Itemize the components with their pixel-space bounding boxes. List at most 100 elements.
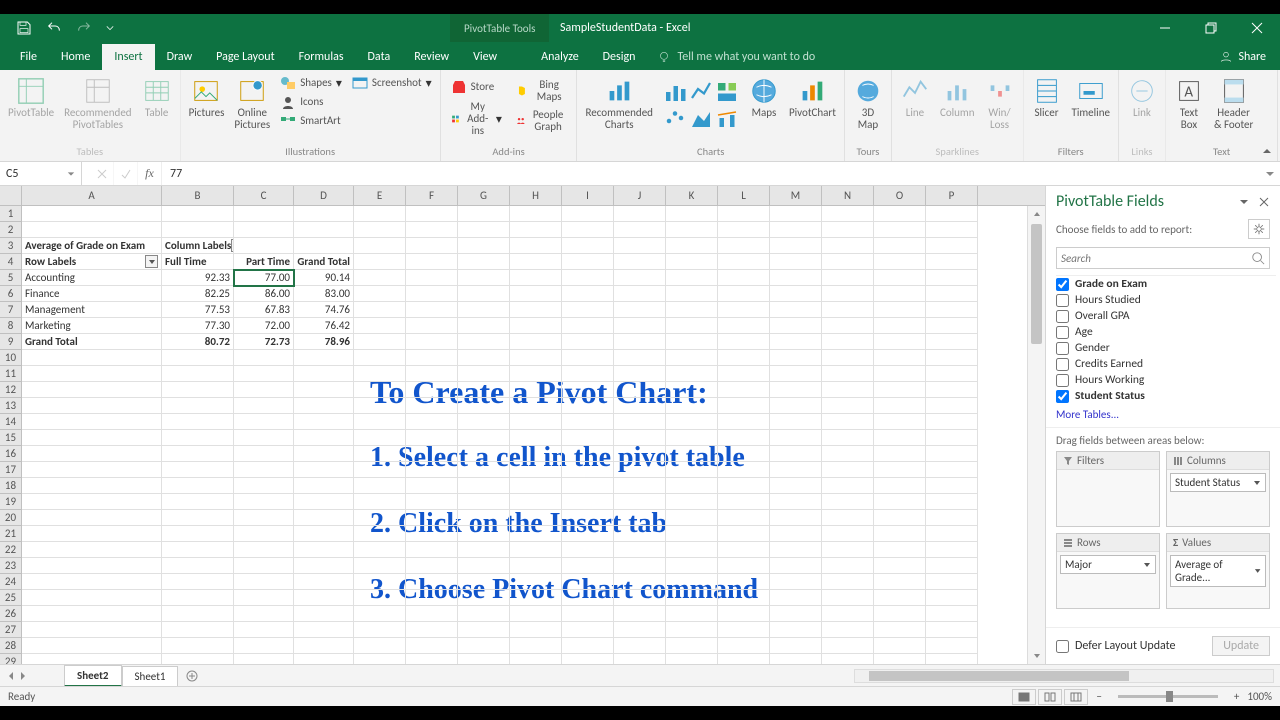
cell[interactable] <box>354 510 406 526</box>
cell[interactable] <box>162 638 234 654</box>
cell[interactable] <box>926 574 978 590</box>
cell[interactable] <box>22 382 162 398</box>
tab-design[interactable]: Design <box>591 44 648 70</box>
col-header-K[interactable]: K <box>666 186 718 205</box>
cell[interactable] <box>614 542 666 558</box>
cell[interactable] <box>770 654 822 664</box>
cell[interactable] <box>770 574 822 590</box>
qat-dropdown-icon[interactable] <box>106 20 114 36</box>
cell[interactable] <box>234 446 294 462</box>
cell[interactable]: 86.00 <box>234 286 294 302</box>
cell[interactable] <box>770 638 822 654</box>
cell[interactable] <box>666 366 718 382</box>
cell[interactable]: 90.14 <box>294 270 354 286</box>
cell[interactable] <box>22 510 162 526</box>
cell[interactable] <box>22 462 162 478</box>
textbox-button[interactable]: AText Box <box>1170 74 1208 133</box>
row-header-1[interactable]: 1 <box>0 206 21 222</box>
cell[interactable] <box>406 638 458 654</box>
cancel-formula-button[interactable] <box>90 162 114 185</box>
col-header-L[interactable]: L <box>718 186 770 205</box>
cell[interactable] <box>822 542 874 558</box>
tab-file[interactable]: File <box>8 44 49 70</box>
cell[interactable] <box>22 494 162 510</box>
cell[interactable] <box>354 446 406 462</box>
cell[interactable] <box>458 398 510 414</box>
cell[interactable] <box>614 622 666 638</box>
3d-map-button[interactable]: 3D Map <box>849 74 887 133</box>
cell[interactable]: Grand Total <box>22 334 162 350</box>
cell[interactable] <box>874 558 926 574</box>
cell[interactable] <box>822 398 874 414</box>
row-header-26[interactable]: 26 <box>0 606 21 622</box>
cell[interactable] <box>822 366 874 382</box>
cell[interactable] <box>874 350 926 366</box>
field-checkbox[interactable] <box>1056 390 1069 403</box>
cell[interactable] <box>614 654 666 664</box>
more-tables-link[interactable]: More Tables... <box>1046 406 1280 427</box>
row-header-23[interactable]: 23 <box>0 558 21 574</box>
cell[interactable] <box>822 350 874 366</box>
cell[interactable] <box>22 590 162 606</box>
cell[interactable] <box>822 638 874 654</box>
pane-close-icon[interactable] <box>1258 196 1270 208</box>
cell[interactable] <box>822 510 874 526</box>
cell[interactable] <box>458 414 510 430</box>
expand-formula-bar-icon[interactable] <box>1260 169 1280 179</box>
bing-maps-button[interactable]: Bing Maps <box>512 78 571 104</box>
cell[interactable] <box>926 510 978 526</box>
cell[interactable] <box>354 542 406 558</box>
field-age[interactable]: Age <box>1056 324 1276 340</box>
cell[interactable] <box>614 478 666 494</box>
col-header-M[interactable]: M <box>770 186 822 205</box>
col-header-B[interactable]: B <box>162 186 234 205</box>
tell-me-input[interactable]: Tell me what you want to do <box>647 44 825 70</box>
cell[interactable] <box>562 622 614 638</box>
cell[interactable] <box>458 638 510 654</box>
cell[interactable] <box>294 366 354 382</box>
cell[interactable] <box>874 206 926 222</box>
cell[interactable] <box>562 494 614 510</box>
cell[interactable] <box>234 654 294 664</box>
cell[interactable] <box>718 398 770 414</box>
cell[interactable] <box>234 526 294 542</box>
cell[interactable] <box>562 638 614 654</box>
cell[interactable] <box>162 222 234 238</box>
cell[interactable] <box>406 558 458 574</box>
cell[interactable] <box>406 446 458 462</box>
cell[interactable] <box>666 606 718 622</box>
pane-dropdown-icon[interactable] <box>1238 196 1250 208</box>
cell[interactable] <box>22 574 162 590</box>
cell[interactable] <box>874 414 926 430</box>
cell[interactable] <box>666 574 718 590</box>
cell[interactable] <box>294 446 354 462</box>
save-icon[interactable] <box>16 20 32 36</box>
cell[interactable] <box>718 654 770 664</box>
cell[interactable]: Management <box>22 302 162 318</box>
cell[interactable] <box>562 366 614 382</box>
sparkline-winloss-button[interactable]: Win/ Loss <box>981 74 1019 133</box>
page-layout-view-button[interactable] <box>1038 689 1062 705</box>
scroll-down-icon[interactable] <box>1028 648 1045 664</box>
tab-insert[interactable]: Insert <box>102 44 154 70</box>
horizontal-scrollbar[interactable] <box>854 669 1274 683</box>
col-header-I[interactable]: I <box>562 186 614 205</box>
cell[interactable] <box>510 478 562 494</box>
cell[interactable] <box>666 622 718 638</box>
cell[interactable] <box>510 542 562 558</box>
cell[interactable] <box>822 430 874 446</box>
cell[interactable] <box>562 558 614 574</box>
cell[interactable] <box>234 222 294 238</box>
name-box[interactable]: C5 <box>0 162 82 185</box>
cell[interactable] <box>458 526 510 542</box>
sheet-prev-icon[interactable] <box>6 671 16 681</box>
cell[interactable] <box>874 398 926 414</box>
my-addins-button[interactable]: My Add-ins ▾ <box>447 100 506 138</box>
cell[interactable] <box>510 462 562 478</box>
cell[interactable] <box>294 606 354 622</box>
cell[interactable] <box>510 574 562 590</box>
cell[interactable] <box>354 222 406 238</box>
cell[interactable]: 77.30 <box>162 318 234 334</box>
cell[interactable] <box>162 382 234 398</box>
cell[interactable] <box>926 478 978 494</box>
